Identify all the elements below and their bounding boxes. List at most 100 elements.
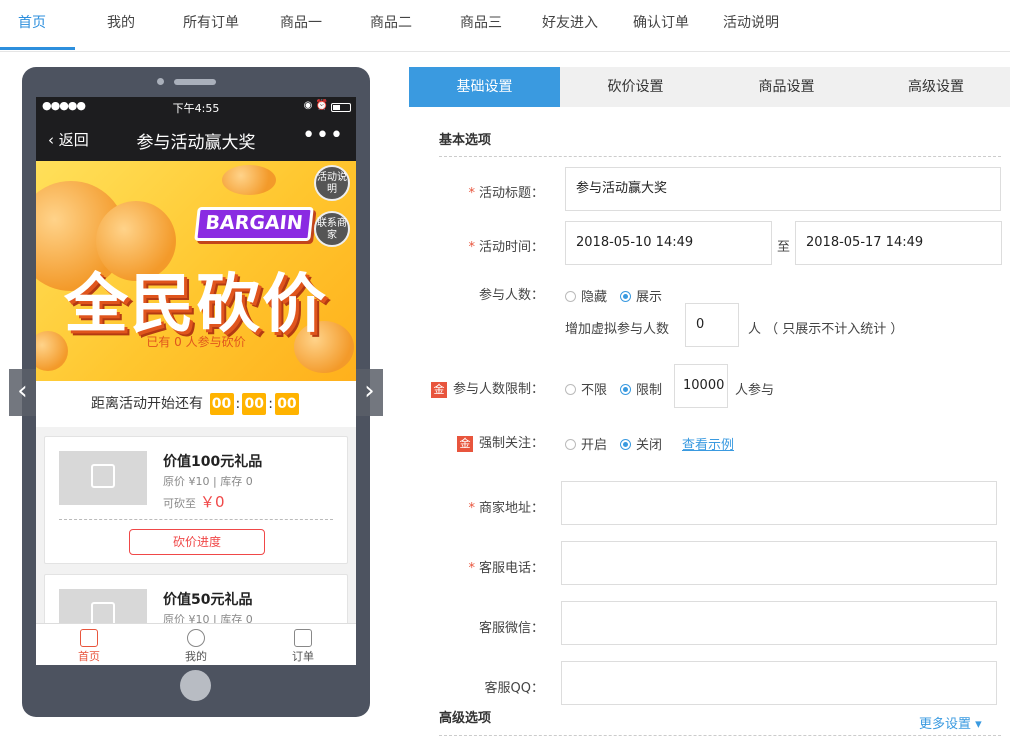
limit-none-radio[interactable]: 不限 [565, 379, 607, 398]
countdown-seconds: 00 [274, 393, 299, 415]
radio-label: 关闭 [636, 438, 663, 453]
price-value: ￥0 [200, 493, 225, 511]
nav-tab-product-2[interactable]: 商品二 [362, 0, 420, 50]
tab-basic-settings[interactable]: 基础设置 [409, 67, 560, 107]
section-divider [439, 156, 1001, 157]
gold-tag: 金 [430, 382, 447, 398]
tab-advanced-settings[interactable]: 高级设置 [862, 67, 1010, 107]
phone-camera [157, 78, 164, 85]
required-mark: * [468, 186, 475, 201]
tabbar-orders[interactable]: 订单 [250, 624, 356, 664]
bargain-logo: BARGAIN [194, 207, 314, 241]
title-label-text: 活动标题： [478, 186, 544, 201]
phone-navbar: ‹ 返回 参与活动赢大奖 ••• [36, 117, 356, 161]
service-qq-input[interactable] [561, 661, 997, 705]
nav-tab-confirm-order[interactable]: 确认订单 [627, 0, 695, 50]
title-label: * 活动标题： [440, 182, 544, 201]
price-label: 可砍至 [163, 497, 196, 510]
limit-label: 金参与人数限制： [422, 378, 544, 398]
required-mark: * [468, 501, 475, 516]
radio-label: 隐藏 [581, 290, 608, 305]
limit-input[interactable]: 10000 [674, 364, 728, 408]
limit-unit: 人参与 [735, 383, 775, 398]
end-time-input[interactable]: 2018-05-17 14:49 [795, 221, 1002, 265]
section-divider [439, 735, 1001, 736]
product-name: 价值50元礼品 [163, 592, 253, 608]
status-bar: ●●●●● 下午4:55 ◉ ⏰ [36, 97, 356, 117]
settings-tabs: 基础设置 砍价设置 商品设置 高级设置 [409, 67, 1010, 107]
nav-tab-friends[interactable]: 好友进入 [536, 0, 604, 50]
joined-count: 已有 0 人参与砍价 [146, 335, 246, 349]
virtual-participants-input[interactable]: 0 [685, 303, 739, 347]
activity-banner: BARGAIN 全民砍价 已有 0 人参与砍价 活动说明 联系商家 [36, 161, 356, 381]
more-settings-link[interactable]: 更多设置 ▾ [919, 713, 982, 732]
follow-label-text: 强制关注： [478, 436, 544, 451]
card-divider [59, 519, 333, 520]
radio-label: 限制 [636, 383, 663, 398]
tabbar-home[interactable]: 首页 [36, 624, 142, 664]
tabbar-orders-label: 订单 [292, 650, 314, 663]
merchant-address-input[interactable] [561, 481, 997, 525]
nav-tab-product-1[interactable]: 商品一 [272, 0, 330, 50]
contact-badge[interactable]: 联系商家 [314, 211, 350, 247]
limit-on-radio[interactable]: 限制 [620, 379, 662, 398]
nav-tab-home[interactable]: 首页 [0, 0, 64, 50]
follow-label: 金强制关注： [440, 432, 544, 452]
countdown-sep: : [235, 396, 241, 412]
start-time-input[interactable]: 2018-05-10 14:49 [565, 221, 772, 265]
nav-tab-all-orders[interactable]: 所有订单 [178, 0, 244, 50]
nav-tab-rules[interactable]: 活动说明 [717, 0, 785, 50]
more-icon[interactable]: ••• [302, 123, 344, 148]
tabbar-mine-label: 我的 [185, 650, 207, 663]
required-mark: * [468, 561, 475, 576]
phone-speaker [174, 79, 216, 85]
time-separator: 至 [777, 240, 791, 255]
follow-on-radio[interactable]: 开启 [565, 434, 607, 453]
participants-show-radio[interactable]: 展示 [620, 286, 662, 305]
tab-product-settings[interactable]: 商品设置 [711, 67, 862, 107]
countdown-sep: : [268, 396, 273, 412]
advanced-section-title: 高级选项 [439, 711, 492, 726]
service-wechat-label: 客服微信： [478, 621, 544, 636]
address-label: * 商家地址： [440, 497, 544, 516]
countdown: 距离活动开始还有 00:00:00 [36, 381, 356, 427]
service-phone-input[interactable] [561, 541, 997, 585]
rules-badge[interactable]: 活动说明 [314, 165, 350, 201]
tab-bargain-settings[interactable]: 砍价设置 [560, 67, 711, 107]
phone-tabbar: 首页 我的 订单 [36, 623, 356, 665]
participants-hide-radio[interactable]: 隐藏 [565, 286, 607, 305]
service-qq-label: 客服QQ： [484, 681, 544, 696]
basic-section-title: 基本选项 [439, 133, 492, 148]
carousel-prev-button[interactable]: ‹ [9, 369, 36, 416]
top-nav: 首页 我的 所有订单 商品一 商品二 商品三 好友进入 确认订单 活动说明 [0, 0, 1010, 52]
follow-off-radio[interactable]: 关闭 [620, 434, 662, 453]
home-button[interactable] [180, 670, 211, 701]
view-example-link[interactable]: 查看示例 [682, 434, 734, 453]
time-label-text: 活动时间： [478, 240, 544, 255]
activity-title-input[interactable]: 参与活动赢大奖 [565, 167, 1001, 211]
radio-label: 展示 [636, 290, 663, 305]
countdown-label: 距离活动开始还有 [91, 396, 204, 412]
nav-tab-product-3[interactable]: 商品三 [452, 0, 510, 50]
active-tab-indicator [0, 47, 75, 50]
user-icon [187, 629, 205, 647]
bargain-progress-button[interactable]: 砍价进度 [129, 529, 265, 555]
radio-label: 不限 [581, 383, 608, 398]
coin-decoration [222, 165, 276, 195]
nav-tab-mine[interactable]: 我的 [95, 0, 147, 50]
virtual-participants-label: 增加虚拟参与人数 [565, 322, 670, 337]
time-label: * 活动时间： [440, 236, 544, 255]
participants-label: 参与人数： [478, 288, 544, 303]
address-label-text: 商家地址： [478, 501, 544, 516]
tabbar-mine[interactable]: 我的 [143, 624, 249, 664]
carousel-next-button[interactable]: › [356, 369, 383, 416]
service-wechat-input[interactable] [561, 601, 997, 645]
product-card[interactable]: 价值100元礼品 原价 ¥10 | 库存 0 可砍至 ￥0 砍价进度 [44, 436, 348, 564]
product-price: 可砍至 ￥0 [163, 491, 225, 512]
service-phone-label: * 客服电话： [440, 557, 544, 576]
phone-screen: ●●●●● 下午4:55 ◉ ⏰ ‹ 返回 参与活动赢大奖 ••• BARGAI… [36, 97, 356, 665]
banner-headline: 全民砍价 [64, 268, 328, 342]
virtual-participants-note: 人 （ 只展示不计入统计 ） [748, 322, 904, 337]
required-mark: * [468, 240, 475, 255]
order-icon [294, 629, 312, 647]
